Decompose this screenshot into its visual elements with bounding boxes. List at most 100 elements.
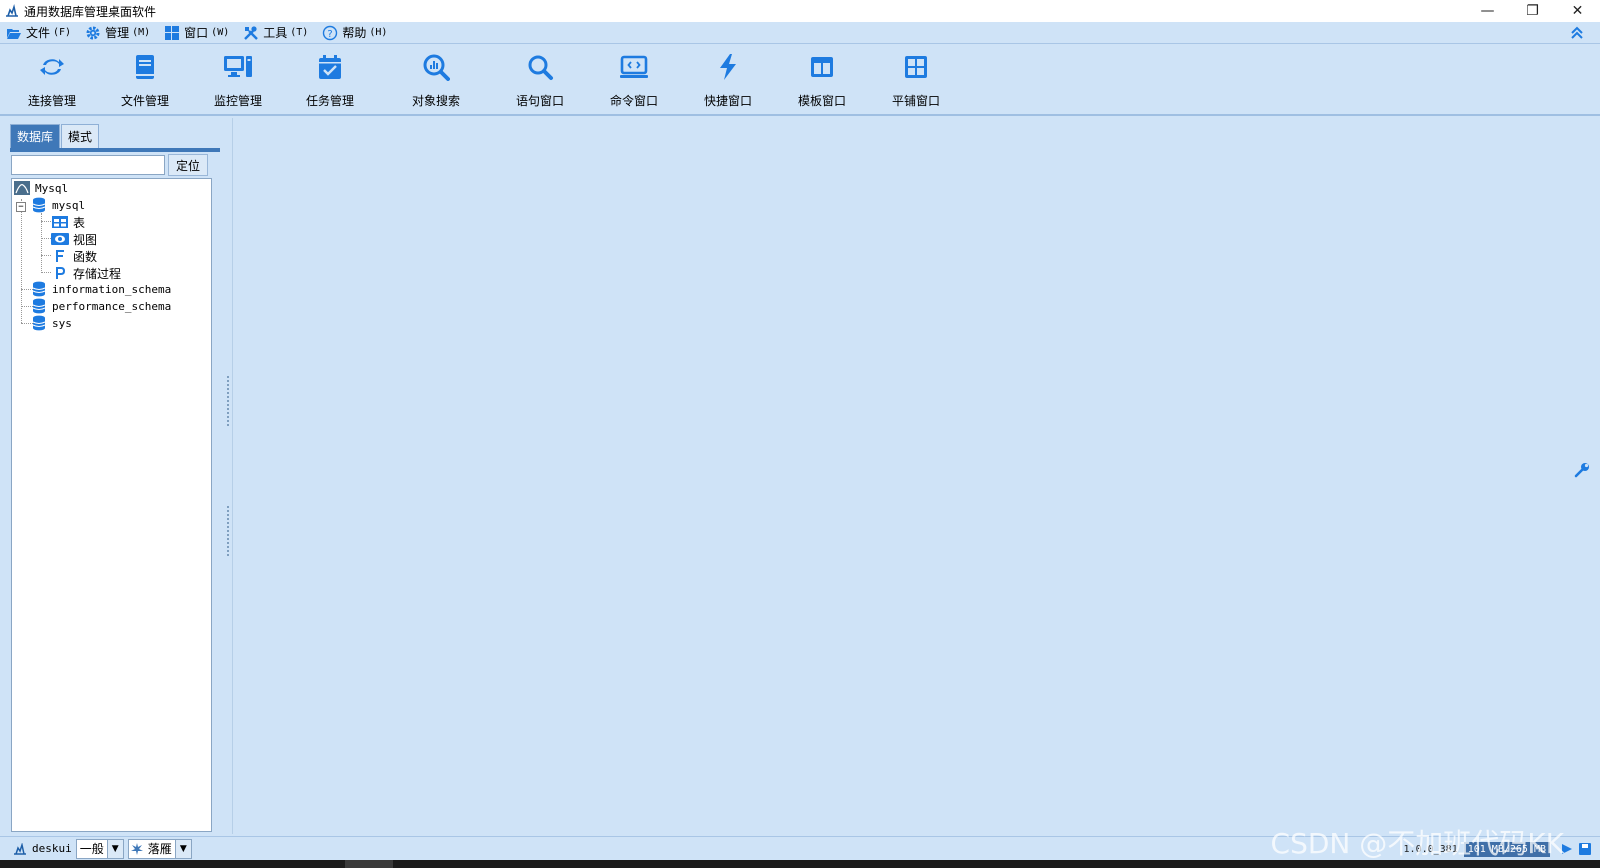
toolbar-label: 命令窗口 bbox=[609, 94, 658, 108]
toolbar-label: 对象搜索 bbox=[411, 94, 460, 108]
toolbar-label: 监控管理 bbox=[213, 94, 262, 108]
toolbar-connection-manage[interactable]: 连接管理 bbox=[12, 50, 92, 110]
collapse-toolbar-icon[interactable] bbox=[1568, 24, 1586, 42]
window-controls: — ❐ ✕ bbox=[1465, 0, 1600, 22]
theme-select-value: 落雁 bbox=[147, 842, 172, 856]
os-taskbar bbox=[0, 860, 1600, 868]
toolbar-tile-window[interactable]: 平铺窗口 bbox=[876, 50, 956, 110]
toolbar-task-manage[interactable]: 任务管理 bbox=[290, 50, 370, 110]
status-user: deskui bbox=[12, 841, 72, 857]
tree-connector bbox=[41, 272, 51, 273]
tree-node-views[interactable]: 视图 bbox=[51, 231, 97, 247]
menu-manage[interactable]: 管理 (M) bbox=[85, 23, 150, 43]
toolbar-label: 快捷窗口 bbox=[703, 94, 752, 108]
wrench-icon[interactable] bbox=[1572, 460, 1592, 480]
command-window-icon bbox=[619, 52, 649, 82]
help-icon: ? bbox=[322, 25, 338, 41]
title-bar: 通用数据库管理桌面软件 — ❐ ✕ bbox=[0, 0, 1600, 22]
toolbar-shortcut-window[interactable]: 快捷窗口 bbox=[688, 50, 768, 110]
database-icon bbox=[30, 298, 48, 314]
chevron-down-icon[interactable]: ▼ bbox=[174, 839, 191, 858]
mode-select[interactable]: 一般 ▼ bbox=[75, 838, 124, 859]
tree-node-label: 表 bbox=[73, 215, 86, 230]
tree-node-tables[interactable]: 表 bbox=[51, 214, 85, 230]
tree-search-input[interactable] bbox=[11, 155, 165, 175]
tree-node-database[interactable]: sys bbox=[30, 315, 72, 331]
menu-window[interactable]: 窗口 (W) bbox=[164, 23, 229, 43]
folder-open-icon bbox=[6, 25, 22, 41]
svg-text:?: ? bbox=[328, 29, 333, 40]
left-panel: 数据库 模式 定位 Mysql − mysql 表 视图 函数 存储过程 inf… bbox=[0, 118, 224, 834]
tile-icon bbox=[901, 52, 931, 82]
menu-window-label: 窗口 bbox=[184, 26, 209, 40]
close-button[interactable]: ✕ bbox=[1555, 0, 1600, 22]
menu-file[interactable]: 文件 (F) bbox=[6, 23, 71, 43]
status-username: deskui bbox=[32, 842, 72, 855]
object-search-icon bbox=[421, 52, 451, 82]
tree-node-database[interactable]: mysql bbox=[30, 197, 85, 213]
connection-icon bbox=[37, 52, 67, 82]
save-icon[interactable] bbox=[1576, 840, 1594, 858]
monitor-icon bbox=[223, 52, 253, 82]
panel-tabs: 数据库 模式 bbox=[10, 124, 100, 148]
file-book-icon bbox=[130, 52, 160, 82]
toolbar-file-manage[interactable]: 文件管理 bbox=[105, 50, 185, 110]
tree-node-database[interactable]: performance_schema bbox=[30, 298, 171, 314]
table-icon bbox=[51, 214, 69, 230]
taskbar-item[interactable] bbox=[345, 860, 393, 868]
database-tree[interactable]: Mysql − mysql 表 视图 函数 存储过程 information_s… bbox=[11, 178, 212, 832]
tree-node-label: Mysql bbox=[35, 181, 69, 195]
menu-file-label: 文件 bbox=[26, 26, 51, 40]
toolbar-label: 平铺窗口 bbox=[891, 94, 940, 108]
restore-button[interactable]: ❐ bbox=[1510, 0, 1555, 22]
theme-leaf-icon bbox=[129, 840, 145, 858]
tree-node-label: 函数 bbox=[73, 249, 98, 264]
toolbar-monitor-manage[interactable]: 监控管理 bbox=[198, 50, 278, 110]
lightning-icon bbox=[713, 52, 743, 82]
toolbar-object-search[interactable]: 对象搜索 bbox=[396, 50, 476, 110]
calendar-check-icon bbox=[315, 52, 345, 82]
tree-node-label: 视图 bbox=[73, 232, 98, 247]
chevron-down-icon[interactable]: ▼ bbox=[106, 839, 123, 858]
search-icon bbox=[525, 52, 555, 82]
theme-select[interactable]: 落雁 ▼ bbox=[127, 838, 192, 859]
menu-help-accel: (H) bbox=[369, 27, 388, 38]
toolbar-label: 模板窗口 bbox=[797, 94, 846, 108]
tree-connector bbox=[41, 255, 51, 256]
database-icon bbox=[30, 281, 48, 297]
menu-help[interactable]: ? 帮助 (H) bbox=[322, 23, 387, 43]
toolbar-label: 文件管理 bbox=[120, 94, 169, 108]
tree-collapse-toggle[interactable]: − bbox=[16, 202, 26, 212]
tree-node-functions[interactable]: 函数 bbox=[51, 248, 97, 264]
main-workspace bbox=[232, 118, 1600, 834]
menu-help-label: 帮助 bbox=[342, 26, 367, 40]
tree-node-label: sys bbox=[52, 316, 72, 330]
minimize-button[interactable]: — bbox=[1465, 0, 1510, 22]
menu-manage-accel: (M) bbox=[132, 27, 151, 38]
tab-schema[interactable]: 模式 bbox=[61, 124, 100, 148]
toolbar-statement-window[interactable]: 语句窗口 bbox=[500, 50, 580, 110]
view-icon bbox=[51, 231, 69, 247]
tree-node-label: performance_schema bbox=[52, 299, 172, 313]
tree-node-database[interactable]: information_schema bbox=[30, 281, 171, 297]
toolbar-template-window[interactable]: 模板窗口 bbox=[782, 50, 862, 110]
tree-node-procedures[interactable]: 存储过程 bbox=[51, 265, 121, 281]
template-icon bbox=[807, 52, 837, 82]
panel-splitter[interactable] bbox=[224, 118, 232, 834]
tree-node-root[interactable]: Mysql bbox=[13, 180, 68, 196]
menu-window-accel: (W) bbox=[211, 27, 230, 38]
function-icon bbox=[51, 248, 69, 264]
menu-tools-accel: (T) bbox=[290, 27, 309, 38]
toolbar-command-window[interactable]: 命令窗口 bbox=[594, 50, 674, 110]
tree-connector bbox=[21, 199, 22, 323]
tab-database[interactable]: 数据库 bbox=[10, 124, 61, 148]
tree-connector bbox=[41, 221, 51, 222]
watermark: CSDN @不加班代码KK bbox=[1270, 827, 1564, 860]
splitter-grip bbox=[227, 506, 229, 556]
toolbar-label: 任务管理 bbox=[305, 94, 354, 108]
tree-connector bbox=[41, 238, 51, 239]
locate-button[interactable]: 定位 bbox=[168, 154, 208, 176]
tree-node-label: mysql bbox=[52, 198, 86, 212]
menu-tools[interactable]: 工具 (T) bbox=[243, 23, 308, 43]
menu-file-accel: (F) bbox=[53, 27, 72, 38]
